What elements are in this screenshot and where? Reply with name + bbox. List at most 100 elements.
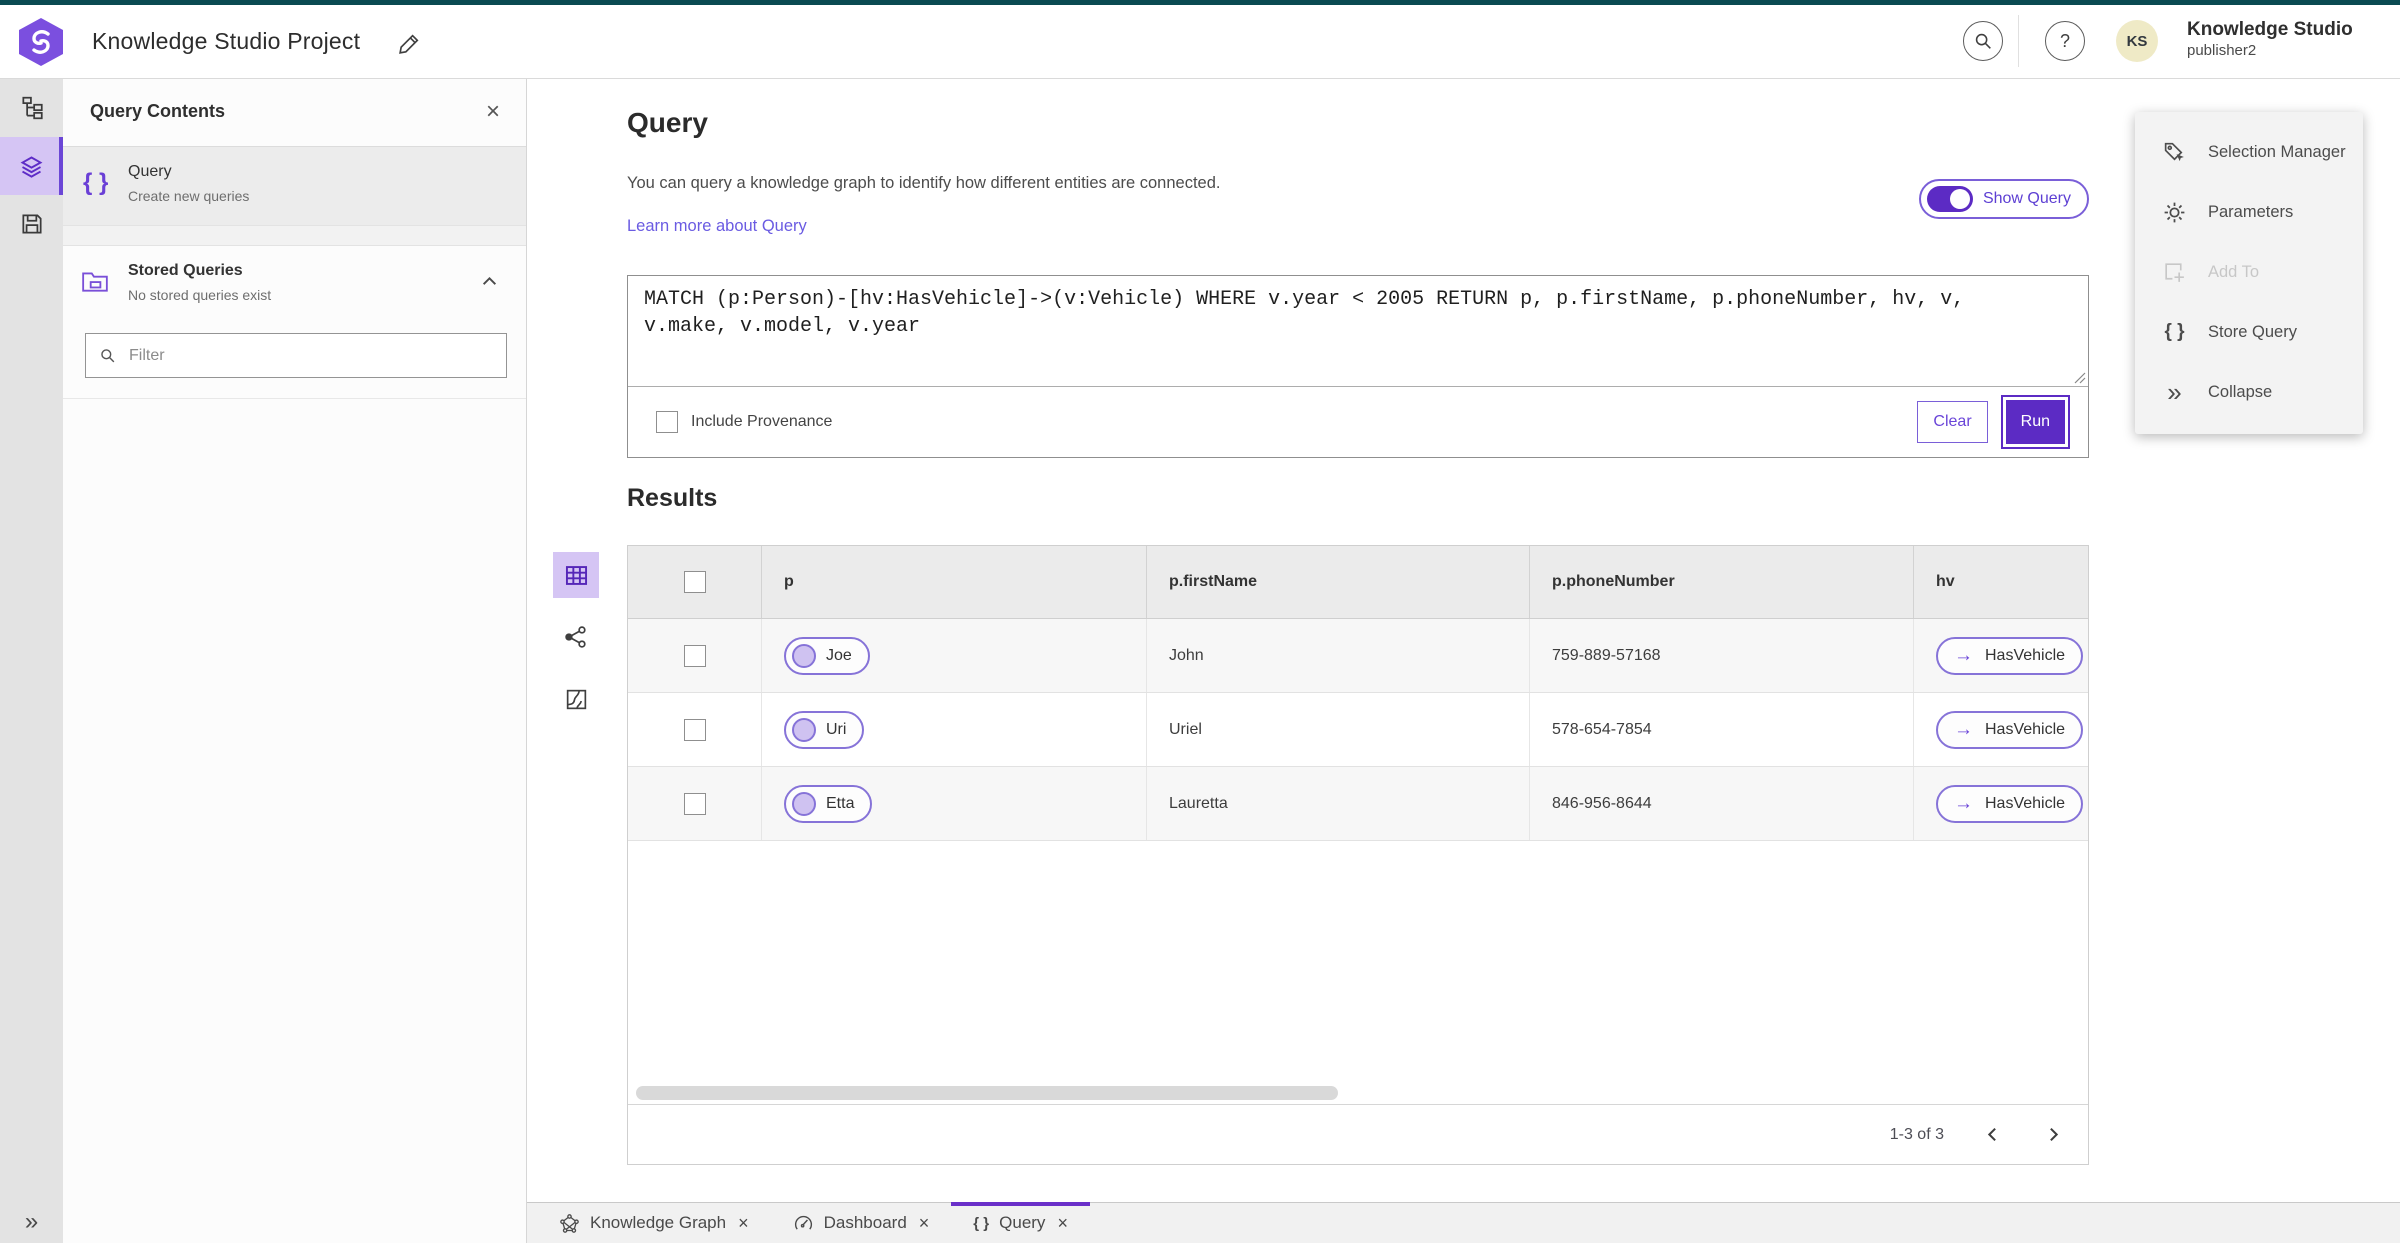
rail-item-layers[interactable] — [0, 137, 63, 195]
panel-rule — [63, 398, 526, 399]
pagination-bar: 1-3 of 3 — [628, 1104, 2088, 1164]
include-provenance-checkbox[interactable] — [656, 411, 678, 433]
column-header-hv[interactable]: hv — [1913, 546, 2088, 618]
parameters-button[interactable]: Parameters — [2135, 182, 2363, 242]
panel-header: Query Contents × — [63, 79, 526, 147]
close-tab-icon[interactable]: × — [738, 1213, 749, 1234]
save-icon — [19, 211, 45, 237]
magnifier-icon — [98, 346, 127, 365]
filter-input[interactable] — [127, 345, 494, 366]
toggle-switch-icon — [1926, 186, 1973, 212]
row-checkbox[interactable] — [683, 792, 706, 815]
rail-item-save[interactable] — [0, 195, 63, 253]
query-contents-panel: Query Contents × { } Query Create new qu… — [63, 79, 527, 1243]
query-editor-box: MATCH (p:Person)-[hv:HasVehicle]->(v:Veh… — [627, 275, 2089, 458]
previous-page-button[interactable] — [1980, 1122, 2005, 1147]
filter-field — [85, 333, 507, 378]
resize-handle-icon[interactable] — [2074, 372, 2086, 384]
table-row: Joe John 759-889-57168 → HasVehicle — [628, 619, 2088, 693]
next-page-button[interactable] — [2041, 1122, 2066, 1147]
braces-icon: { } — [83, 169, 109, 196]
map-view-button[interactable] — [553, 676, 599, 722]
table-row: Etta Lauretta 846-956-8644 → HasVehicle — [628, 767, 2088, 841]
page-description: You can query a knowledge graph to ident… — [627, 174, 1221, 192]
show-query-label: Show Query — [1982, 190, 2071, 207]
bottom-tab-bar: Knowledge Graph × Dashboard × { } Query … — [527, 1202, 2400, 1243]
close-tab-icon[interactable]: × — [919, 1213, 930, 1234]
table-view-button[interactable] — [553, 552, 599, 598]
folder-icon — [81, 268, 109, 294]
run-button[interactable]: Run — [2005, 400, 2065, 444]
query-item-title: Query — [128, 163, 172, 180]
rail-expand-button[interactable]: » — [0, 1209, 63, 1235]
show-query-toggle[interactable]: Show Query — [1918, 179, 2089, 219]
gauge-icon — [793, 1213, 814, 1234]
horizontal-scrollbar — [628, 1079, 2088, 1105]
entity-pill[interactable]: Etta — [784, 784, 873, 823]
tools-panel: Selection Manager Parameters Add To { } … — [2135, 112, 2363, 434]
query-item-subtitle: Create new queries — [128, 188, 250, 204]
panel-item-stored-queries[interactable]: Stored Queries No stored queries exist — [63, 246, 526, 325]
link-chart-view-button[interactable] — [553, 614, 599, 660]
tab-query[interactable]: { } Query × — [951, 1202, 1090, 1243]
collapse-panel-button[interactable]: » Collapse — [2135, 362, 2363, 422]
pagination-label: 1-3 of 3 — [1889, 1125, 1944, 1143]
row-checkbox[interactable] — [683, 718, 706, 741]
results-view-toolbar — [553, 552, 599, 722]
entity-pill[interactable]: Uri — [784, 710, 865, 749]
org-chart-icon — [19, 95, 45, 121]
search-icon — [1972, 30, 1994, 52]
cell-firstname: Lauretta — [1146, 767, 1529, 840]
header-divider — [2018, 15, 2019, 67]
relationship-pill[interactable]: → HasVehicle — [1936, 636, 2084, 675]
rail-item-data-model[interactable] — [0, 79, 63, 137]
entity-node-icon — [792, 717, 816, 742]
help-button[interactable]: ? — [2045, 21, 2085, 61]
close-tab-icon[interactable]: × — [1057, 1213, 1068, 1234]
close-icon: × — [485, 98, 500, 125]
row-checkbox[interactable] — [683, 644, 706, 667]
column-header-phone[interactable]: p.phoneNumber — [1529, 546, 1913, 618]
panel-item-query[interactable]: { } Query Create new queries — [63, 147, 526, 225]
link-chart-icon — [563, 624, 589, 650]
query-footer: Include Provenance Clear Run — [628, 387, 2088, 457]
cell-phone: 759-889-57168 — [1529, 619, 1913, 692]
select-all-checkbox[interactable] — [683, 571, 706, 593]
edit-title-button[interactable] — [395, 29, 424, 58]
results-title: Results — [627, 484, 718, 512]
scrollbar-thumb[interactable] — [636, 1086, 1338, 1100]
icon-rail: » — [0, 79, 63, 1243]
search-button[interactable] — [1963, 21, 2003, 61]
results-table: p p.firstName p.phoneNumber hv Joe John … — [627, 545, 2089, 1165]
user-info: Knowledge Studio publisher2 — [2187, 19, 2353, 60]
chevron-up-icon — [481, 273, 498, 290]
app-logo-icon — [18, 17, 64, 67]
panel-close-button[interactable]: × — [480, 97, 506, 127]
user-role: publisher2 — [2187, 41, 2257, 59]
tab-dashboard[interactable]: Dashboard × — [771, 1203, 952, 1243]
add-to-button: Add To — [2135, 242, 2363, 302]
pencil-icon — [397, 31, 422, 56]
stored-queries-subtitle: No stored queries exist — [128, 287, 272, 303]
relationship-pill[interactable]: → HasVehicle — [1936, 784, 2084, 823]
network-graph-icon — [559, 1213, 580, 1234]
braces-icon: { } — [973, 1214, 990, 1232]
learn-more-link[interactable]: Learn more about Query — [627, 217, 807, 236]
query-textarea[interactable]: MATCH (p:Person)-[hv:HasVehicle]->(v:Veh… — [628, 276, 2008, 386]
entity-node-icon — [792, 791, 816, 816]
arrow-right-icon: → — [1954, 719, 1973, 740]
clear-button[interactable]: Clear — [1917, 401, 1988, 443]
selection-manager-button[interactable]: Selection Manager — [2135, 122, 2363, 182]
collapse-section-button[interactable] — [475, 272, 504, 291]
store-query-button[interactable]: { } Store Query — [2135, 302, 2363, 362]
question-icon: ? — [2059, 30, 2070, 51]
entity-pill[interactable]: Joe — [784, 636, 870, 675]
tab-knowledge-graph[interactable]: Knowledge Graph × — [537, 1203, 771, 1243]
column-header-firstname[interactable]: p.firstName — [1146, 546, 1529, 618]
user-avatar[interactable]: KS — [2116, 20, 2158, 62]
layers-icon — [18, 153, 45, 180]
column-header-p[interactable]: p — [761, 546, 1146, 618]
chevron-left-icon — [1984, 1126, 2001, 1143]
panel-divider — [63, 225, 526, 246]
relationship-pill[interactable]: → HasVehicle — [1936, 710, 2084, 749]
